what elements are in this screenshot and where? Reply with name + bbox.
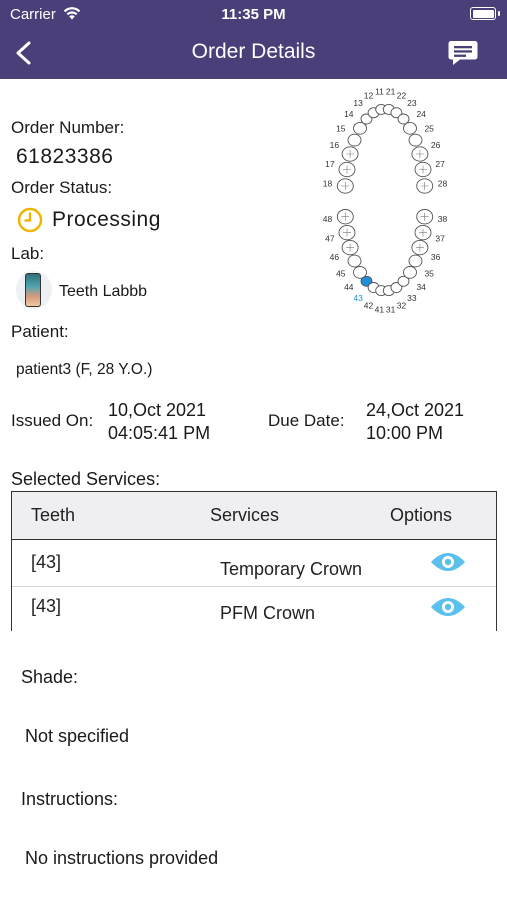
status-bar: Carrier 11:35 PM xyxy=(0,0,507,28)
tooth-35[interactable] xyxy=(408,254,423,268)
row-service: Temporary Crown xyxy=(220,559,363,579)
tooth-34[interactable] xyxy=(403,266,417,279)
patient-label: Patient: xyxy=(11,322,69,341)
column-header-teeth: Teeth xyxy=(31,505,76,525)
tooth-label-14: 14 xyxy=(344,109,354,119)
lab-name: Teeth Labbb xyxy=(59,283,148,300)
table-row: [43] Temporary Crown xyxy=(12,540,496,587)
tooth-24[interactable] xyxy=(403,121,417,135)
column-header-options: Options xyxy=(390,505,453,525)
nav-bar: Order Details xyxy=(0,28,507,79)
shade-value: Not specified xyxy=(25,726,130,746)
issued-date: 10,Oct 2021 xyxy=(108,400,207,420)
tooth-label-35: 35 xyxy=(424,268,434,278)
due-time: 10:00 PM xyxy=(366,423,444,443)
tooth-label-45: 45 xyxy=(336,268,346,278)
shade-label: Shade: xyxy=(21,667,79,687)
eye-icon[interactable] xyxy=(430,550,466,574)
order-status-label: Order Status: xyxy=(11,178,113,197)
tooth-label-28: 28 xyxy=(438,179,448,189)
row-teeth: [43] xyxy=(31,552,62,572)
order-number-label: Order Number: xyxy=(11,118,125,137)
tooth-label-24: 24 xyxy=(416,109,426,119)
tooth-label-46: 46 xyxy=(330,252,340,262)
tooth-label-16: 16 xyxy=(330,140,340,150)
tooth-label-36: 36 xyxy=(431,252,441,262)
tooth-label-44: 44 xyxy=(344,282,354,292)
battery-icon xyxy=(470,7,500,20)
tooth-15[interactable] xyxy=(347,133,362,147)
tooth-label-11: 11 xyxy=(375,87,384,97)
tooth-45[interactable] xyxy=(347,254,362,268)
clock-time: 11:35 PM xyxy=(221,6,286,23)
order-number-value: 61823386 xyxy=(16,145,114,168)
issued-on-label: Issued On: xyxy=(11,411,94,430)
row-service: PFM Crown xyxy=(220,603,316,623)
due-date: 24,Oct 2021 xyxy=(366,400,465,420)
tooth-label-18: 18 xyxy=(323,179,333,189)
tooth-label-13: 13 xyxy=(353,98,363,108)
tooth-label-26: 26 xyxy=(431,140,441,150)
tooth-label-47: 47 xyxy=(325,234,335,244)
tooth-25[interactable] xyxy=(408,133,423,147)
tooth-label-48: 48 xyxy=(323,214,333,224)
instructions-label: Instructions: xyxy=(21,789,119,809)
tooth-label-43: 43 xyxy=(353,293,363,303)
order-status-value: Processing xyxy=(52,208,161,231)
tooth-label-25: 25 xyxy=(424,123,434,133)
instructions-value: No instructions provided xyxy=(25,848,219,868)
chat-icon[interactable] xyxy=(447,38,479,68)
tooth-chart[interactable]: 18 17 16 15 141312 11 21 222324 25 26 27 28 48 47 46 45… xyxy=(305,84,465,316)
tooth-label-21: 21 xyxy=(386,87,396,97)
patient-value: patient3 (F, 28 Y.O.) xyxy=(16,361,153,378)
tooth-14[interactable] xyxy=(353,121,367,135)
tooth-label-17: 17 xyxy=(325,159,335,169)
eye-icon[interactable] xyxy=(430,595,466,619)
tooth-label-23: 23 xyxy=(407,98,417,108)
due-date-label: Due Date: xyxy=(268,411,345,430)
tooth-label-42: 42 xyxy=(364,301,374,311)
tooth-label-37: 37 xyxy=(435,234,445,244)
tooth-label-31: 31 xyxy=(386,305,396,315)
row-teeth: [43] xyxy=(31,596,62,616)
table-header: Teeth Services Options xyxy=(12,492,496,540)
lab-label: Lab: xyxy=(11,244,45,263)
tooth-label-33: 33 xyxy=(407,293,417,303)
column-header-services: Services xyxy=(210,505,280,525)
tooth-label-27: 27 xyxy=(435,159,445,169)
issued-time: 04:05:41 PM xyxy=(108,423,211,443)
selected-services-label: Selected Services: xyxy=(11,469,161,489)
tooth-label-32: 32 xyxy=(397,301,407,311)
services-table: Teeth Services Options [43] Temporary Cr… xyxy=(11,491,497,631)
tooth-label-41: 41 xyxy=(375,305,385,315)
tooth-label-15: 15 xyxy=(336,123,346,133)
page-title: Order Details xyxy=(191,40,316,63)
tooth-label-38: 38 xyxy=(438,214,448,224)
clock-icon xyxy=(17,207,43,233)
tooth-label-34: 34 xyxy=(416,282,426,292)
table-row: [43] PFM Crown xyxy=(12,586,496,631)
tooth-label-12: 12 xyxy=(364,90,374,100)
tooth-label-22: 22 xyxy=(397,90,407,100)
lab-avatar xyxy=(16,271,52,309)
